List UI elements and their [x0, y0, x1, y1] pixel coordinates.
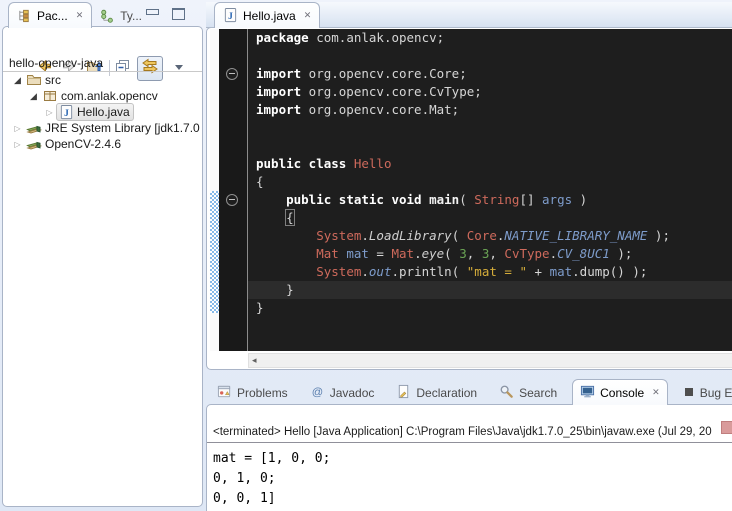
code-line[interactable]: Mat mat = Mat.eye( 3, 3, CvType.CV_8UC1 …: [248, 245, 732, 263]
bottom-view-tabbar: Problems @ Javadoc Declaration Search Console…: [210, 380, 732, 404]
close-icon[interactable]: ✕: [652, 387, 660, 398]
code-line[interactable]: [248, 47, 732, 65]
code-editor[interactable]: package com.anlak.opencv; import org.open…: [219, 29, 732, 351]
code-line[interactable]: }: [248, 299, 732, 317]
tab-problems[interactable]: Problems: [210, 382, 295, 404]
package-explorer-tabbar: Pac... ✕ Ty...: [8, 3, 150, 27]
tab-javadoc[interactable]: @ Javadoc: [303, 382, 382, 404]
console-icon: [580, 384, 595, 402]
terminate-button[interactable]: [721, 421, 732, 434]
console-line: 0, 1, 0;: [213, 469, 732, 489]
scroll-left-arrow-icon[interactable]: ◂: [252, 355, 257, 366]
expand-arrow-icon[interactable]: ▷: [11, 124, 24, 133]
tree-item-label: JRE System Library [jdk1.7.0: [45, 121, 200, 135]
tab-label: Ty...: [120, 9, 142, 23]
expand-arrow-icon[interactable]: ▷: [43, 108, 56, 117]
minimize-button[interactable]: [146, 9, 159, 15]
source-folder-icon: [26, 72, 42, 88]
declaration-icon: [396, 384, 411, 402]
tree-item-label: OpenCV-2.4.6: [45, 137, 121, 151]
console-pane: <terminated> Hello [Java Application] C:…: [206, 404, 732, 511]
tab-label: Declaration: [416, 386, 477, 400]
code-line[interactable]: [248, 119, 732, 137]
tree-item-src[interactable]: ◢ src: [3, 72, 202, 88]
bug-icon: [683, 386, 695, 401]
code-line[interactable]: }: [248, 281, 732, 299]
tab-label: Bug Explorer: [700, 386, 732, 400]
tree-item-label: src: [45, 73, 61, 87]
console-line: 0, 0, 1]: [213, 489, 732, 509]
svg-text:J: J: [64, 108, 69, 118]
package-explorer-pane: hello-opencv-java ◢src◢com.anlak.opencv▷…: [2, 26, 203, 507]
javadoc-icon: @: [310, 384, 325, 402]
type-hierarchy-icon: [100, 8, 115, 23]
tab-label: Search: [519, 386, 557, 400]
tab-bug-explorer[interactable]: Bug Explorer: [676, 382, 732, 404]
tab-search[interactable]: Search: [492, 382, 564, 404]
maximize-button[interactable]: [172, 8, 185, 20]
expand-arrow-icon[interactable]: ▷: [11, 140, 24, 149]
code-line[interactable]: {: [248, 209, 732, 227]
code-line[interactable]: System.out.println( "mat = " + mat.dump(…: [248, 263, 732, 281]
collapse-arrow-icon[interactable]: ◢: [11, 75, 24, 86]
tab-label: Console: [600, 386, 644, 400]
console-process-header: <terminated> Hello [Java Application] C:…: [207, 426, 732, 443]
tree-item-opencv-2-4-6[interactable]: ▷ OpenCV-2.4.6: [3, 136, 202, 152]
tab-console[interactable]: Console ✕: [572, 379, 668, 405]
code-line[interactable]: package com.anlak.opencv;: [248, 29, 732, 47]
code-line[interactable]: import org.opencv.core.CvType;: [248, 83, 732, 101]
tab-hello-java[interactable]: J Hello.java ✕: [214, 2, 320, 28]
editor-pane: package com.anlak.opencv; import org.open…: [206, 27, 732, 370]
java-file-icon: J: [58, 104, 74, 120]
tab-package-explorer[interactable]: Pac... ✕: [8, 2, 92, 28]
console-line: mat = [1, 0, 0;: [213, 449, 732, 469]
tab-label: Hello.java: [243, 9, 296, 23]
package-icon: [42, 88, 58, 104]
tree-item-label: Hello.java: [77, 105, 130, 119]
tree-item-com-anlak-opencv[interactable]: ◢ com.anlak.opencv: [3, 88, 202, 104]
code-area[interactable]: package com.anlak.opencv; import org.open…: [248, 29, 732, 351]
project-root-item[interactable]: hello-opencv-java: [3, 56, 202, 71]
editor-tabbar: J Hello.java ✕: [214, 2, 320, 27]
method-range-indicator: [210, 191, 219, 313]
close-icon[interactable]: ✕: [76, 10, 84, 21]
code-line[interactable]: import org.opencv.core.Core;: [248, 65, 732, 83]
problems-icon: [217, 384, 232, 402]
fold-collapse-icon[interactable]: [226, 194, 238, 206]
tab-label: Pac...: [37, 9, 68, 23]
svg-text:J: J: [228, 12, 233, 22]
horizontal-scrollbar[interactable]: ◂: [248, 353, 732, 368]
tree-item-chip: OpenCV-2.4.6: [24, 135, 125, 153]
eclipse-workbench: Pac... ✕ Ty... hello-opencv-java ◢ src ◢ co…: [0, 0, 732, 511]
search-icon: [499, 384, 514, 402]
close-icon[interactable]: ✕: [304, 10, 312, 21]
library-icon: [26, 136, 42, 152]
console-output[interactable]: mat = [1, 0, 0; 0, 1, 0; 0, 0, 1]: [207, 449, 732, 511]
java-file-icon: J: [223, 8, 238, 23]
code-line[interactable]: {: [248, 173, 732, 191]
svg-text:@: @: [311, 386, 322, 398]
code-line[interactable]: public class Hello: [248, 155, 732, 173]
code-line[interactable]: System.LoadLibrary( Core.NATIVE_LIBRARY_…: [248, 227, 732, 245]
annotation-ruler[interactable]: [210, 29, 219, 351]
tree-item-hello-java[interactable]: ▷ J Hello.java: [3, 104, 202, 120]
library-icon: [26, 120, 42, 136]
project-label: hello-opencv-java: [9, 56, 103, 70]
tab-declaration[interactable]: Declaration: [389, 382, 484, 404]
collapse-arrow-icon[interactable]: ◢: [27, 91, 40, 102]
tab-label: Javadoc: [330, 386, 375, 400]
project-tree: ◢ src ◢ com.anlak.opencv ▷ J Hello.java ▷ JRE Sy…: [3, 72, 202, 506]
code-line[interactable]: [248, 137, 732, 155]
view-window-buttons: [146, 8, 185, 20]
folding-ruler[interactable]: [219, 29, 248, 351]
code-line[interactable]: public static void main( String[] args ): [248, 191, 732, 209]
package-explorer-icon: [17, 8, 32, 23]
tree-item-label: com.anlak.opencv: [61, 89, 158, 103]
tree-item-jre-system-library-jdk1-7-0[interactable]: ▷ JRE System Library [jdk1.7.0: [3, 120, 202, 136]
tab-type-hierarchy[interactable]: Ty...: [92, 5, 150, 27]
tab-label: Problems: [237, 386, 288, 400]
fold-collapse-icon[interactable]: [226, 68, 238, 80]
code-line[interactable]: import org.opencv.core.Mat;: [248, 101, 732, 119]
